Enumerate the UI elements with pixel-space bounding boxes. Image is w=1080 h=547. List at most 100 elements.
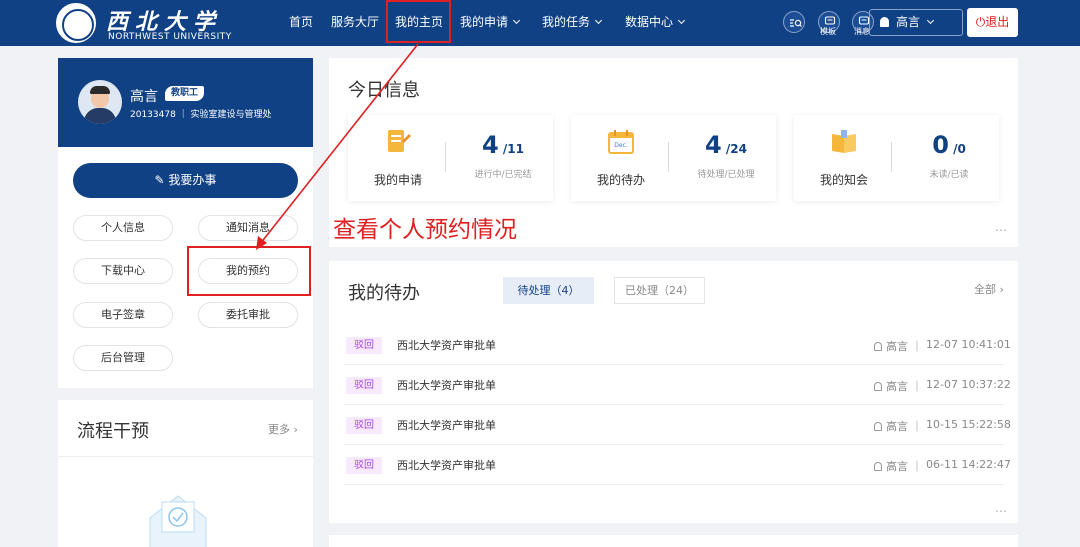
chevron-down-icon [512, 16, 521, 25]
row-time: 06-11 14:22:47 [926, 458, 1011, 471]
status-badge: 驳回 [346, 417, 382, 434]
card-subtext: 进行中/已完结 [474, 170, 532, 180]
user-icon [874, 462, 882, 471]
university-emblem-icon [56, 3, 96, 43]
menu-backend-admin[interactable]: 后台管理 [73, 345, 173, 371]
university-logo[interactable]: 西北大学 NORTHWEST UNIVERSITY [56, 3, 246, 43]
row-user: 高言 ｜ [874, 378, 923, 394]
divider [58, 456, 313, 457]
flow-intervention-card: 流程干预 更多 › [58, 400, 313, 547]
row-user: 高言 ｜ [874, 418, 923, 434]
profile-header: 高言 教职工 20133478 ｜ 实验室建设与管理处 [58, 58, 313, 147]
table-row[interactable]: 驳回 西北大学资产审批单 高言 ｜ 12-07 10:37:22 [344, 365, 1011, 405]
nav-data-center[interactable]: 数据中心 [625, 0, 686, 46]
row-time: 12-07 10:37:22 [926, 378, 1011, 391]
logout-label: 退出 [985, 15, 1010, 29]
user-menu-button[interactable]: 高言 [869, 9, 963, 36]
nav-my-tasks[interactable]: 我的任务 [542, 0, 603, 46]
tab-processed[interactable]: 已处理（24） [614, 277, 705, 304]
university-name-en: NORTHWEST UNIVERSITY [108, 32, 232, 42]
tab-pending[interactable]: 待处理（4） [503, 277, 594, 304]
row-user-name: 高言 [886, 340, 908, 353]
chevron-right-icon: › [999, 283, 1004, 296]
pending-title: 我的待办 [348, 283, 420, 304]
profile-meta: 20133478 ｜ 实验室建设与管理处 [130, 110, 272, 120]
nav-service-hall[interactable]: 服务大厅 [331, 0, 379, 46]
row-title: 西北大学资产审批单 [397, 379, 496, 392]
user-icon [874, 422, 882, 431]
book-icon [832, 130, 856, 153]
nav-home-label: 首页 [289, 15, 314, 29]
more-dots[interactable]: … [995, 220, 1008, 234]
divider [891, 142, 892, 172]
nav-my-tasks-label: 我的任务 [542, 15, 591, 29]
profile-name: 高言 [130, 89, 158, 105]
card-count-total: /24 [725, 142, 747, 156]
svg-text:Dec.: Dec. [614, 142, 628, 149]
card-my-todos[interactable]: Dec. 我的待办 4 /24 待处理/已处理 [571, 115, 776, 201]
menu-personal-info[interactable]: 个人信息 [73, 215, 173, 241]
do-business-button[interactable]: ✎ 我要办事 [73, 163, 298, 198]
row-title: 西北大学资产审批单 [397, 419, 496, 432]
nav-home[interactable]: 首页 [289, 0, 313, 46]
divider [668, 142, 669, 172]
flow-more-link[interactable]: 更多 › [268, 421, 298, 437]
do-business-label: 我要办事 [168, 173, 217, 187]
nav-data-center-label: 数据中心 [625, 15, 674, 29]
more-dots[interactable]: … [995, 501, 1008, 515]
view-all-link[interactable]: 全部 › [974, 281, 1004, 297]
row-title: 西北大学资产审批单 [397, 459, 496, 472]
today-title: 今日信息 [348, 80, 420, 101]
template-label: 模板 [820, 27, 836, 36]
view-all-label: 全部 [974, 283, 996, 296]
chevron-down-icon [594, 16, 603, 25]
row-time: 10-15 15:22:58 [926, 418, 1011, 431]
flow-title: 流程干预 [77, 421, 149, 442]
menu-download-center[interactable]: 下载中心 [73, 258, 173, 284]
card-count: 4 /11 [453, 131, 553, 159]
next-panel [329, 535, 1018, 547]
table-row[interactable]: 驳回 西北大学资产审批单 高言 ｜ 12-07 10:41:01 [344, 325, 1011, 365]
card-count: 0 /0 [899, 131, 999, 159]
message-label: 消息 [854, 27, 870, 36]
card-my-notices[interactable]: 我的知会 0 /0 未读/已读 [794, 115, 999, 201]
search-tool-icon[interactable] [783, 11, 805, 33]
status-badge: 驳回 [346, 457, 382, 474]
card-subtext: 未读/已读 [929, 170, 969, 180]
menu-delegated-approval[interactable]: 委托审批 [198, 302, 298, 328]
profile-card: 高言 教职工 20133478 ｜ 实验室建设与管理处 ✎ 我要办事 个人信息 … [58, 58, 313, 388]
nav-my-applications[interactable]: 我的申请 [460, 0, 521, 46]
status-badge: 驳回 [346, 377, 382, 394]
chevron-right-icon: › [293, 423, 298, 436]
row-user-name: 高言 [886, 380, 908, 393]
table-row[interactable]: 驳回 西北大学资产审批单 高言 ｜ 06-11 14:22:47 [344, 445, 1011, 485]
row-time: 12-07 10:41:01 [926, 338, 1011, 351]
card-my-applications[interactable]: 我的申请 4 /11 进行中/已完结 [348, 115, 553, 201]
logout-button[interactable]: ⏻退出 [967, 8, 1018, 37]
avatar [78, 80, 122, 124]
card-count: 4 /24 [676, 131, 776, 159]
status-badge: 驳回 [346, 337, 382, 354]
user-icon [874, 342, 882, 351]
flow-more-label: 更多 [268, 423, 290, 436]
chevron-down-icon [677, 16, 686, 25]
card-subtext: 待处理/已处理 [697, 170, 755, 180]
card-count-value: 4 [482, 131, 499, 159]
menu-e-signature[interactable]: 电子签章 [73, 302, 173, 328]
top-navigation-bar: 西北大学 NORTHWEST UNIVERSITY 首页 服务大厅 我的主页 我… [0, 0, 1080, 46]
row-user: 高言 ｜ [874, 338, 923, 354]
card-count-value: 4 [705, 131, 722, 159]
empty-envelope-icon [149, 495, 207, 547]
application-icon [388, 130, 411, 152]
card-label: 我的待办 [596, 173, 645, 187]
annotation-text: 查看个人预约情况 [333, 217, 517, 243]
table-row[interactable]: 驳回 西北大学资产审批单 高言 ｜ 10-15 15:22:58 [344, 405, 1011, 445]
card-label: 我的申请 [373, 173, 422, 187]
menu-notifications[interactable]: 通知消息 [198, 215, 298, 241]
edit-icon: ✎ [154, 173, 169, 187]
highlight-box-my-home [386, 0, 451, 43]
calendar-icon: Dec. [608, 130, 634, 154]
card-label: 我的知会 [819, 173, 868, 187]
divider [445, 142, 446, 172]
row-title: 西北大学资产审批单 [397, 339, 496, 352]
